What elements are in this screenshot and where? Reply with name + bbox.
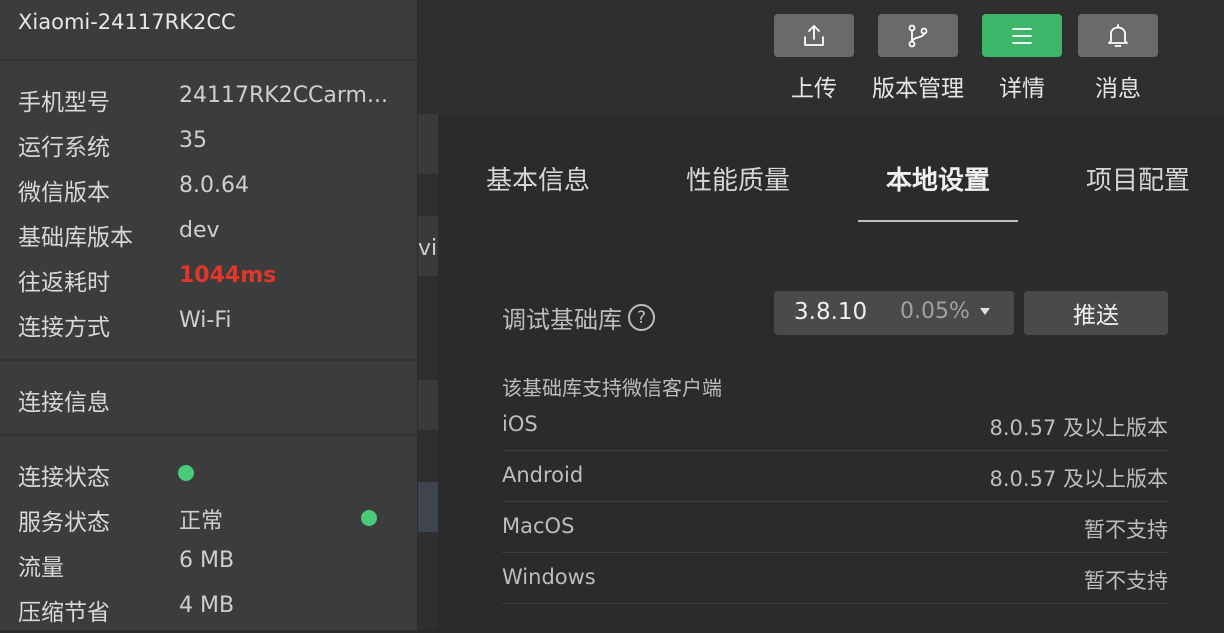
version-management-label: 版本管理 [872, 76, 964, 102]
background-partial-text: vi [418, 236, 438, 261]
background-strip [418, 114, 438, 174]
latency-value: 1044ms [179, 263, 277, 288]
debug-lib-label: 调试基础库 [502, 306, 622, 334]
info-label: 连接方式 [18, 315, 110, 341]
device-title: Xiaomi-24117RK2CC [18, 10, 236, 34]
background-strip [418, 482, 438, 532]
upload-icon-box [774, 14, 854, 57]
platform-name: Android [502, 463, 584, 487]
messages-button[interactable]: 消息 [1068, 14, 1168, 104]
info-label: 基础库版本 [18, 225, 133, 251]
version-management-button[interactable]: 版本管理 [868, 14, 968, 104]
info-value: 6 MB [179, 548, 235, 573]
info-value: 正常 [179, 509, 224, 534]
info-row-service-status: 服务状态 正常 [18, 503, 398, 543]
tab-performance[interactable]: 性能质量 [686, 160, 790, 197]
platform-support-status: 暂不支持 [1084, 518, 1168, 542]
info-row-latency: 往返耗时 1044ms [18, 263, 398, 303]
messages-button-label: 消息 [1095, 76, 1141, 102]
connection-status-dot [178, 465, 194, 481]
debug-lib-setting: 调试基础库 ? [502, 300, 655, 335]
info-label: 连接状态 [18, 465, 110, 491]
info-value: 35 [179, 128, 207, 153]
info-label: 流量 [18, 555, 64, 581]
info-label: 往返耗时 [18, 270, 110, 296]
divider [0, 359, 418, 361]
lib-usage-percent: 0.05% [900, 299, 970, 324]
device-info-panel: Xiaomi-24117RK2CC 手机型号 24117RK2CCarm... … [0, 0, 418, 630]
info-row-compression: 压缩节省 4 MB [18, 593, 398, 633]
info-row-lib-version: 基础库版本 dev [18, 218, 398, 258]
tab-basic-info[interactable]: 基本信息 [486, 160, 590, 197]
info-value: 4 MB [179, 593, 235, 618]
info-label: 运行系统 [18, 135, 110, 161]
tab-local-settings[interactable]: 本地设置 [886, 160, 990, 197]
info-row-wechat-version: 微信版本 8.0.64 [18, 173, 398, 213]
platform-name: Windows [502, 565, 596, 589]
help-icon[interactable]: ? [628, 304, 655, 331]
branch-icon-box [878, 14, 958, 57]
lib-version-select[interactable]: 3.8.10 0.05% [774, 291, 1014, 335]
details-panel: 基本信息 性能质量 本地设置 项目配置 调试基础库 ? 3.8.10 0.05%… [438, 114, 1224, 630]
info-value: 24117RK2CCarm... [179, 83, 388, 108]
support-row: MacOS 暂不支持 [502, 502, 1168, 553]
info-label: 服务状态 [18, 510, 110, 536]
tab-project-config[interactable]: 项目配置 [1086, 160, 1190, 197]
info-value: dev [179, 218, 220, 243]
upload-button-label: 上传 [791, 76, 837, 102]
menu-icon-box [982, 14, 1062, 57]
platform-support-status: 8.0.57 及以上版本 [989, 467, 1168, 491]
info-row-connection-status: 连接状态 [18, 458, 398, 498]
platform-support-status: 8.0.57 及以上版本 [989, 416, 1168, 440]
divider [0, 59, 418, 61]
bell-icon-box [1078, 14, 1158, 57]
support-row: iOS 8.0.57 及以上版本 [502, 400, 1168, 451]
info-row-os: 运行系统 35 [18, 128, 398, 168]
info-label: 压缩节省 [18, 600, 110, 626]
platform-name: iOS [502, 412, 538, 436]
lib-version-value: 3.8.10 [794, 299, 868, 325]
upload-icon [804, 24, 824, 46]
info-value: Wi-Fi [179, 308, 232, 333]
upload-button[interactable]: 上传 [764, 14, 864, 104]
connection-section-title: 连接信息 [18, 390, 110, 416]
info-row-connection-type: 连接方式 Wi-Fi [18, 308, 398, 348]
service-status-dot [361, 510, 377, 526]
menu-icon [1012, 27, 1032, 44]
support-row: Windows 暂不支持 [502, 553, 1168, 604]
details-button-label: 详情 [999, 76, 1045, 102]
details-button[interactable]: 详情 [972, 14, 1072, 104]
bell-icon [1108, 23, 1128, 47]
push-button[interactable]: 推送 [1024, 291, 1168, 335]
info-value: 8.0.64 [179, 173, 249, 198]
branch-icon [908, 24, 928, 47]
info-label: 手机型号 [18, 90, 110, 116]
info-row-model: 手机型号 24117RK2CCarm... [18, 83, 398, 123]
support-title: 该基础库支持微信客户端 [502, 376, 722, 400]
caret-down-icon [980, 308, 990, 315]
active-tab-indicator [858, 220, 1018, 222]
divider [0, 434, 418, 436]
platform-name: MacOS [502, 514, 575, 538]
platform-support-status: 暂不支持 [1084, 569, 1168, 593]
info-row-traffic: 流量 6 MB [18, 548, 398, 588]
background-strip [418, 380, 438, 430]
info-label: 微信版本 [18, 180, 110, 206]
support-row: Android 8.0.57 及以上版本 [502, 451, 1168, 502]
